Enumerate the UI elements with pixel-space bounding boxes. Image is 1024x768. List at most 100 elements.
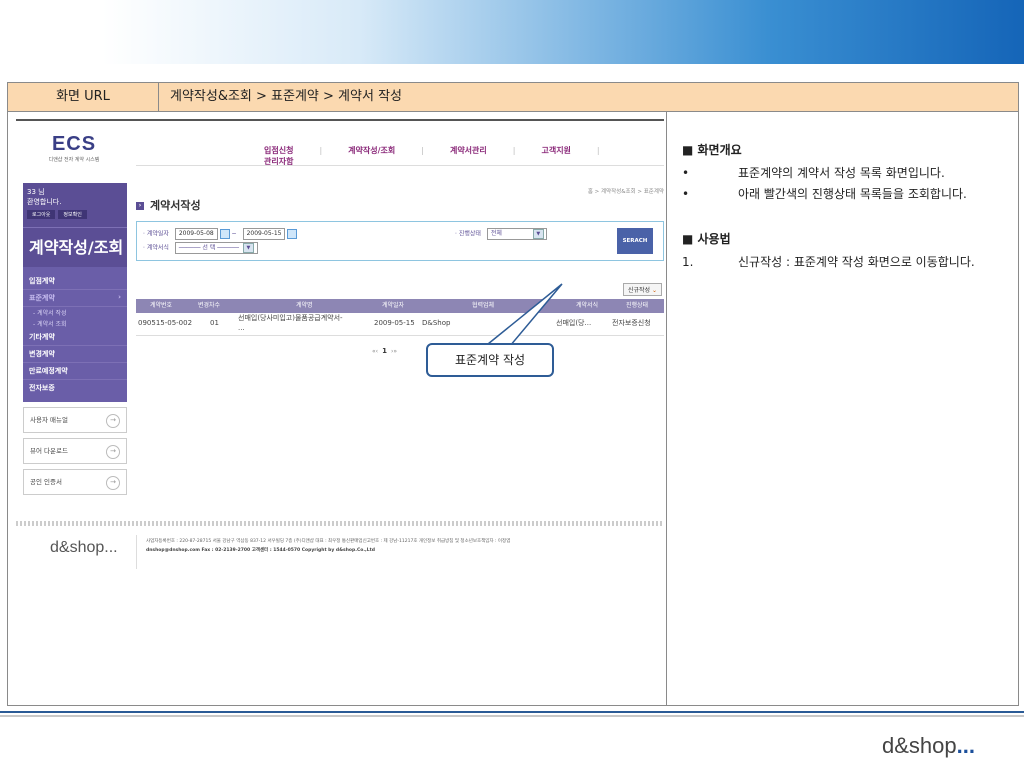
date-label: · 계약일자 [143, 230, 169, 238]
contract-table: 계약번호 변경차수 계약명 계약일자 협력업체 계약서식 진행상태 090515… [136, 299, 664, 336]
user-box: 33 님 환영합니다. 로그아웃 정보확인 [23, 183, 127, 227]
dropdown-arrow-icon: ▼ [532, 229, 544, 239]
overview-item: • 아래 빨간색의 진행상태 목록들을 조회합니다. [682, 187, 967, 201]
pager-current[interactable]: 1 [382, 347, 387, 355]
usage-item: 1. 신규작성 : 표준계약 작성 화면으로 이동합니다. [682, 255, 975, 269]
gnav-separator: | [596, 146, 600, 155]
footer-line-2: dnshop@dnshop.com Fax : 02-2139-2700 고객센… [146, 548, 376, 553]
ecs-logo-subtitle: 디앤샵 전자 계약 시스템 [48, 157, 100, 163]
form-select[interactable]: ────── 선 택 ────── ▼ [174, 242, 258, 254]
table-header: 계약번호 변경차수 계약명 계약일자 협력업체 계약서식 진행상태 [136, 299, 664, 313]
col-name[interactable]: 계약명 [296, 299, 313, 313]
arrow-right-icon: → [106, 476, 120, 490]
submenu-item-search[interactable]: - 계약서 조회 [23, 318, 127, 329]
gnav-underline [136, 165, 664, 166]
overview-item: • 표준계약의 계약서 작성 목록 화면입니다. [682, 166, 945, 180]
gnav-separator: | [512, 146, 516, 155]
cell-partner: D&Shop [422, 319, 451, 327]
cell-revision: 01 [210, 319, 219, 327]
table-row[interactable]: 090515-05-002 01 선매입(당사미입고)물품공급계약서- ... … [136, 313, 664, 336]
col-form[interactable]: 계약서식 [576, 299, 598, 313]
col-date[interactable]: 계약일자 [382, 299, 404, 313]
brand-logo: d&shop... [882, 733, 975, 758]
search-panel: · 계약일자 2009-05-08 ~ 2009-05-15 · 계약서식 ──… [136, 221, 664, 261]
calendar-icon[interactable] [287, 229, 298, 239]
submenu-item-write[interactable]: - 계약서 작성 [23, 307, 127, 318]
dropdown-arrow-icon: ▼ [242, 243, 254, 253]
global-nav: 입점신청 | 계약작성/조회 | 계약서관리 | 고객지원 |관리자함 [264, 145, 664, 167]
col-number[interactable]: 계약번호 [150, 299, 172, 313]
menu-item-entry[interactable]: 입점계약 [23, 273, 127, 290]
status-select[interactable]: 전체 ▼ [486, 228, 547, 240]
cell-form: 선매입(당... [556, 319, 592, 327]
new-contract-button[interactable]: 신규작성 ⌄ [622, 283, 662, 296]
cell-name[interactable]: 선매입(당사미입고)물품공급계약서- [238, 313, 343, 324]
date-from-input[interactable]: 2009-05-08 [174, 228, 218, 240]
gnav-item-support[interactable]: 고객지원 [541, 145, 570, 156]
menu-item-standard[interactable]: 표준계약 › [23, 290, 127, 307]
gnav-separator: | [421, 146, 424, 155]
pager-next[interactable]: ›» [391, 348, 397, 355]
menu-item-other[interactable]: 기타계약 [23, 329, 127, 346]
section-title: 계약작성/조회 [23, 227, 127, 267]
date-separator: ~ [231, 230, 237, 238]
col-revision[interactable]: 변경차수 [198, 299, 220, 313]
top-gradient-band [0, 0, 1024, 64]
footer-line-1: 사업자등록번호 : 220-87-28715 서울 강남구 역삼동 837-12… [146, 539, 511, 544]
url-label: 화면 URL [8, 83, 159, 111]
bottom-rule-shadow [0, 715, 1024, 717]
spec-frame: 화면 URL 계약작성&조회 > 표준계약 > 계약서 작성 ECS 디앤샵 전… [7, 82, 1019, 706]
menu-item-change[interactable]: 변경계약 [23, 346, 127, 363]
menu-item-guarantee[interactable]: 전자보증 [23, 380, 127, 396]
calendar-icon[interactable] [219, 229, 230, 239]
footer-info: 사업자등록번호 : 220-87-28715 서울 강남구 역삼동 837-12… [146, 537, 656, 555]
overview-title: ■ 화면개요 [682, 143, 742, 157]
cell-date: 2009-05-15 [374, 319, 415, 327]
arrow-right-icon: → [106, 445, 120, 459]
chevron-right-icon: › [118, 293, 121, 301]
gnav-item-contract[interactable]: 계약작성/조회 [348, 145, 395, 156]
search-button[interactable]: SERACH [617, 228, 653, 254]
url-path: 계약작성&조회 > 표준계약 > 계약서 작성 [170, 89, 402, 104]
form-label: · 계약서식 [143, 244, 169, 252]
breadcrumb: 홈 > 계약작성&조회 > 표준계약 [587, 189, 664, 195]
footer-divider [136, 535, 137, 569]
date-to-input[interactable]: 2009-05-15 [242, 228, 286, 240]
gnav-item-apply[interactable]: 입점신청 [264, 145, 293, 156]
logout-button[interactable]: 로그아웃 [27, 210, 56, 219]
screen-capture: ECS 디앤샵 전자 계약 시스템 입점신청 | 계약작성/조회 | 계약서관리 | 고객지… [16, 119, 664, 579]
arrow-right-icon: → [106, 414, 120, 428]
footer-dotted-line [16, 521, 664, 526]
description-panel: ■ 화면개요 • 표준계약의 계약서 작성 목록 화면입니다. • 아래 빨간색의 … [682, 141, 1002, 276]
user-greeting: 환영합니다. [27, 198, 62, 206]
gnav-separator: | [319, 146, 323, 155]
cell-name-cont: ... [238, 324, 245, 332]
sidebar: 33 님 환영합니다. 로그아웃 정보확인 계약작성/조회 입점계약 표준계약 ›… [23, 183, 127, 495]
col-partner[interactable]: 협력업체 [472, 299, 494, 313]
viewer-download-button[interactable]: 뷰어 다운로드 → [23, 438, 127, 464]
column-divider [666, 112, 667, 705]
col-status[interactable]: 진행상태 [626, 299, 648, 313]
ecs-logo-text: ECS [51, 133, 97, 155]
ecs-logo[interactable]: ECS 디앤샵 전자 계약 시스템 [34, 133, 114, 163]
status-label: · 진행상태 [455, 230, 481, 238]
chevron-down-icon: ⌄ [651, 287, 657, 294]
usage-title: ■ 사용법 [682, 232, 731, 246]
title-bullet-icon: › [136, 202, 144, 210]
cell-status: 전자보증신청 [612, 319, 651, 327]
pager-prev[interactable]: «‹ [372, 348, 378, 355]
cell-number: 090515-05-002 [138, 319, 193, 327]
info-button[interactable]: 정보확인 [58, 210, 87, 219]
footer-logo: d&shop... [50, 539, 118, 556]
user-manual-button[interactable]: 사용자 매뉴얼 → [23, 407, 127, 433]
url-header: 화면 URL 계약작성&조회 > 표준계약 > 계약서 작성 [8, 83, 1018, 112]
certificate-button[interactable]: 공인 인증서 → [23, 469, 127, 495]
page-title: › 계약서작성 [136, 197, 201, 213]
user-name: 33 님 [27, 188, 45, 196]
side-menu: 입점계약 표준계약 › - 계약서 작성 - 계약서 조회 기타계약 변경계약 … [23, 267, 127, 402]
menu-item-expiring[interactable]: 만료예정계약 [23, 363, 127, 380]
gnav-item-manage[interactable]: 계약서관리 [450, 145, 487, 156]
capture-top-line [16, 119, 664, 121]
callout-standard-contract: 표준계약 작성 [426, 343, 554, 377]
pagination: «‹ 1 ›» [372, 347, 397, 355]
